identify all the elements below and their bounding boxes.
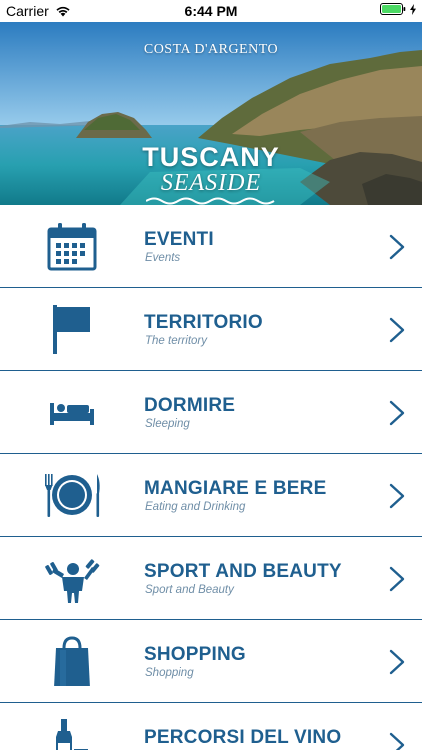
menu-item-title: DORMIRE <box>144 395 236 416</box>
chevron-right-icon <box>389 732 405 750</box>
chevron-right-icon <box>389 234 405 260</box>
chevron-right-icon <box>389 483 405 509</box>
menu-item-subtitle: Sleeping <box>145 418 190 430</box>
menu-item-title: EVENTI <box>144 229 214 250</box>
menu-item-title: SPORT AND BEAUTY <box>144 561 342 582</box>
shopping-bag-icon <box>54 636 90 686</box>
wave-icon <box>146 197 275 205</box>
calendar-icon <box>47 223 97 271</box>
menu-item-title: PERCORSI DEL VINO <box>144 727 342 748</box>
chevron-right-icon <box>389 400 405 426</box>
wine-icon <box>56 719 88 750</box>
chevron-right-icon <box>389 566 405 592</box>
bed-icon <box>50 403 94 425</box>
hero-logo-tuscany: TUSCANY <box>142 142 280 172</box>
menu-item-title: SHOPPING <box>144 644 246 665</box>
flag-icon <box>53 305 90 354</box>
menu-item-percorsi-del-vino[interactable]: PERCORSI DEL VINO <box>0 703 422 750</box>
hero-logo-seaside: SEASIDE <box>160 170 262 196</box>
plate-cutlery-icon <box>45 474 100 517</box>
main-menu: EVENTI Events TERRITORIO The territory D… <box>0 205 422 750</box>
menu-item-mangiare-e-bere[interactable]: MANGIARE E BERE Eating and Drinking <box>0 454 422 537</box>
menu-item-subtitle: Eating and Drinking <box>145 501 246 513</box>
weightlifter-icon <box>45 559 100 603</box>
chevron-right-icon <box>389 317 405 343</box>
menu-item-subtitle: Shopping <box>145 667 194 679</box>
menu-item-subtitle: The territory <box>145 335 207 347</box>
menu-item-shopping[interactable]: SHOPPING Shopping <box>0 620 422 703</box>
battery-icon <box>380 3 406 15</box>
status-bar: Carrier 6:44 PM <box>0 0 422 22</box>
menu-item-eventi[interactable]: EVENTI Events <box>0 205 422 288</box>
menu-item-title: TERRITORIO <box>144 312 263 333</box>
chevron-right-icon <box>389 649 405 675</box>
charging-bolt-icon <box>410 3 416 15</box>
menu-item-subtitle: Sport and Beauty <box>145 584 234 596</box>
menu-item-title: MANGIARE E BERE <box>144 478 327 499</box>
menu-item-subtitle: Events <box>145 252 181 264</box>
hero-banner: COSTA D'ARGENTO TUSCANY SEASIDE <box>0 22 422 205</box>
hero-subtitle: COSTA D'ARGENTO <box>143 42 279 57</box>
status-time: 6:44 PM <box>184 3 238 19</box>
menu-item-dormire[interactable]: DORMIRE Sleeping <box>0 371 422 454</box>
status-right <box>380 3 416 15</box>
menu-item-sport-and-beauty[interactable]: SPORT AND BEAUTY Sport and Beauty <box>0 537 422 620</box>
menu-item-territorio[interactable]: TERRITORIO The territory <box>0 288 422 371</box>
